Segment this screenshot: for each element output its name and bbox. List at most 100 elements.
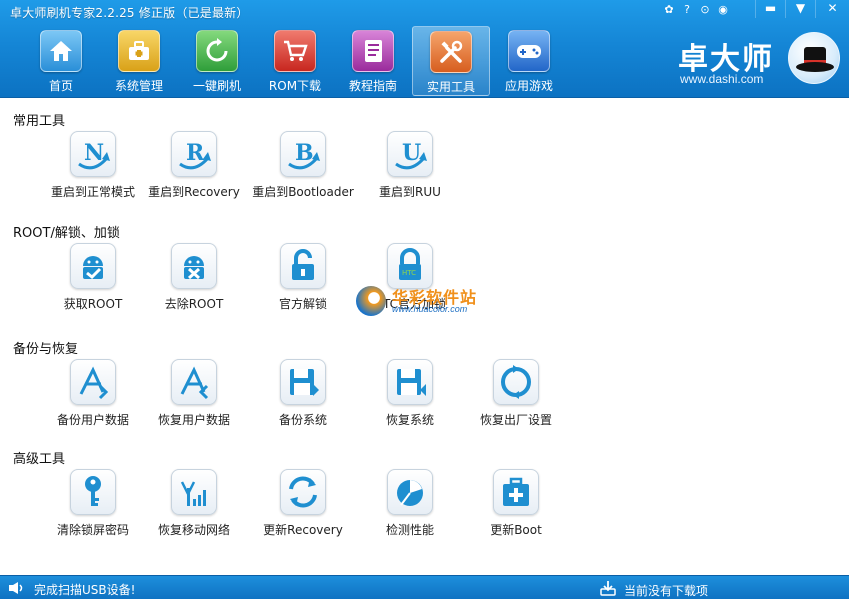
menu-button[interactable]: ▼: [785, 0, 815, 18]
tool-factory-reset[interactable]: 恢复出厂设置: [463, 359, 569, 428]
nav-label: 一键刷机: [192, 79, 241, 93]
unlock-icon: [280, 243, 326, 289]
book-icon: [352, 30, 394, 72]
nav-one-click-flash[interactable]: 一键刷机: [178, 26, 256, 96]
tool-label: 去除ROOT: [164, 297, 224, 311]
nav-label: ROM下载: [268, 79, 322, 93]
tool-clear-lock-password[interactable]: 清除锁屏密码: [40, 469, 146, 538]
tool-label: 备份系统: [278, 413, 327, 427]
tool-remove-root[interactable]: 去除ROOT: [141, 243, 247, 312]
cart-icon: [274, 30, 316, 72]
signal-icon: [171, 469, 217, 515]
minimize-button[interactable]: ▬: [755, 0, 785, 18]
nav-label: 首页: [48, 79, 73, 93]
watermark: 华彩软件站 www.huacolor.com: [356, 282, 496, 322]
tool-label: 恢复用户数据: [157, 413, 230, 427]
tool-update-boot[interactable]: 更新Boot: [463, 469, 569, 538]
tool-label: 官方解锁: [278, 297, 327, 311]
tool-official-unlock[interactable]: 官方解锁: [250, 243, 356, 312]
nav-rom-download[interactable]: ROM下载: [256, 26, 334, 96]
nav-system-manage[interactable]: 系统管理: [100, 26, 178, 96]
download-icon: [600, 580, 616, 599]
feedback-icon[interactable]: ✿: [662, 3, 676, 17]
status-left: 完成扫描USB设备!: [8, 580, 135, 599]
tool-label: 重启到正常模式: [50, 185, 135, 199]
tool-backup-user-data[interactable]: 备份用户数据: [40, 359, 146, 428]
gamepad-icon: [508, 30, 550, 72]
window-controls: ▬ ▼ ✕: [755, 0, 849, 18]
nav-apps-games[interactable]: 应用游戏: [490, 26, 568, 96]
tool-restore-user-data[interactable]: 恢复用户数据: [141, 359, 247, 428]
tool-update-recovery[interactable]: 更新Recovery: [250, 469, 356, 538]
status-bar: 完成扫描USB设备! 当前没有下载项: [0, 575, 849, 599]
tool-reboot-recovery[interactable]: R 重启到Recovery: [141, 131, 247, 200]
nav-label: 实用工具: [426, 80, 475, 94]
pie-chart-icon: [387, 469, 433, 515]
tool-restore-mobile-network[interactable]: 恢复移动网络: [141, 469, 247, 538]
android-cross-icon: [171, 243, 217, 289]
section-title: ROOT/解锁、加锁: [13, 226, 120, 241]
key-icon: [70, 469, 116, 515]
nav-label: 系统管理: [114, 79, 163, 93]
status-message: 完成扫描USB设备!: [34, 583, 136, 597]
logo-url: www.dashi.com: [680, 72, 764, 86]
restore-data-icon: [171, 359, 217, 405]
status-right[interactable]: 当前没有下载项: [600, 580, 708, 599]
tool-label: 恢复移动网络: [157, 523, 230, 537]
tool-label: 重启到RUU: [379, 185, 441, 199]
tools-panel: 常用工具 N 重启到正常模式 R 重启到Recovery B 重启到Bootlo…: [0, 99, 849, 574]
tool-label: 清除锁屏密码: [56, 523, 129, 537]
tool-label: 恢复出厂设置: [479, 413, 552, 427]
skin-icon[interactable]: ⊙: [698, 3, 712, 17]
section-title: 备份与恢复: [13, 342, 79, 357]
svg-text:HTC: HTC: [402, 269, 416, 277]
backup-data-icon: [70, 359, 116, 405]
tools-icon: [430, 31, 472, 73]
top-icon-group: ✿ ? ⊙ ◉: [662, 3, 730, 17]
weibo-icon[interactable]: ◉: [716, 3, 730, 17]
home-icon: [40, 30, 82, 72]
close-button[interactable]: ✕: [815, 0, 849, 18]
tool-restore-system[interactable]: 恢复系统: [357, 359, 463, 428]
tool-reboot-ruu[interactable]: U 重启到RUU: [357, 131, 463, 200]
backup-system-icon: [280, 359, 326, 405]
watermark-logo-icon: [356, 286, 386, 316]
tool-reboot-bootloader[interactable]: B 重启到Bootloader: [250, 131, 356, 200]
factory-reset-icon: [493, 359, 539, 405]
tool-label: 恢复系统: [385, 413, 434, 427]
tool-label: 更新Recovery: [263, 523, 343, 537]
nav-utility-tools[interactable]: 实用工具: [412, 26, 490, 96]
tool-label: 检测性能: [385, 523, 434, 537]
download-status: 当前没有下载项: [624, 583, 709, 598]
android-check-icon: [70, 243, 116, 289]
refresh-icon: [196, 30, 238, 72]
reboot-recovery-icon: R: [171, 131, 217, 177]
nav-label: 应用游戏: [504, 79, 553, 93]
tool-label: 重启到Recovery: [148, 185, 240, 199]
window-title: 卓大师刷机专家2.2.25 修正版（已是最新）: [10, 6, 249, 20]
brand-logo: 卓大师 www.dashi.com: [672, 30, 842, 92]
tool-backup-system[interactable]: 备份系统: [250, 359, 356, 428]
reboot-bootloader-icon: B: [280, 131, 326, 177]
app-header: 卓大师刷机专家2.2.25 修正版（已是最新） ✿ ? ⊙ ◉ ▬ ▼ ✕ 首页…: [0, 0, 849, 98]
reboot-ruu-icon: U: [387, 131, 433, 177]
usb-status-icon: [8, 580, 26, 599]
tool-label: 备份用户数据: [56, 413, 129, 427]
tool-label: 更新Boot: [490, 523, 542, 537]
hat-logo-icon: [788, 32, 840, 84]
tool-label: 重启到Bootloader: [252, 185, 354, 199]
tool-performance-test[interactable]: 检测性能: [357, 469, 463, 538]
nav-tutorial[interactable]: 教程指南: [334, 26, 412, 96]
main-nav: 首页 系统管理 一键刷机 ROM下载 教程指南 实用工具 应用游戏: [22, 26, 568, 96]
help-icon[interactable]: ?: [680, 3, 694, 17]
restore-system-icon: [387, 359, 433, 405]
tool-reboot-normal[interactable]: N 重启到正常模式: [40, 131, 146, 200]
update-recovery-icon: [280, 469, 326, 515]
reboot-normal-icon: N: [70, 131, 116, 177]
toolbox-icon: [118, 30, 160, 72]
section-title: 高级工具: [13, 452, 66, 467]
tool-get-root[interactable]: 获取ROOT: [40, 243, 146, 312]
medkit-icon: [493, 469, 539, 515]
nav-home[interactable]: 首页: [22, 26, 100, 96]
section-title: 常用工具: [13, 114, 66, 129]
